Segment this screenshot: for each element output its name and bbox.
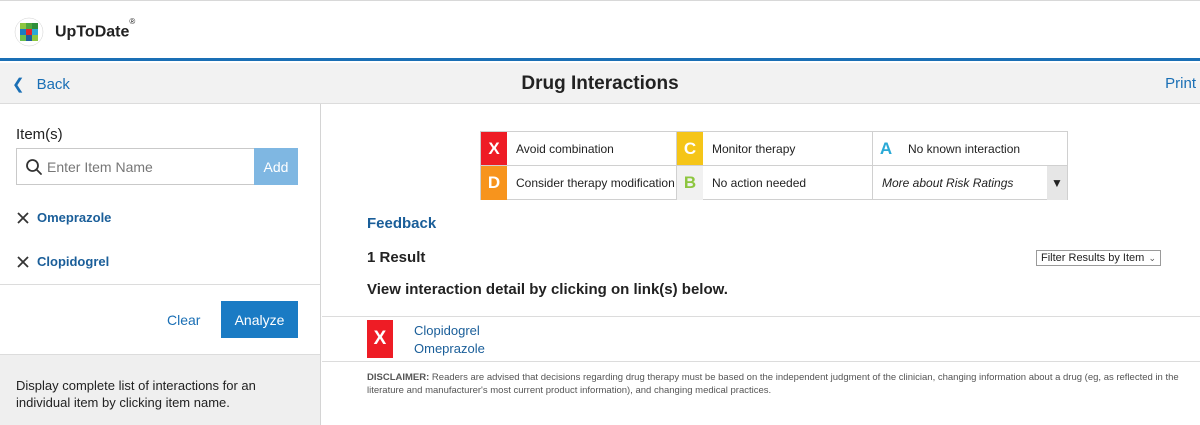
legend-item-a: A No known interaction	[873, 132, 1067, 166]
disclaimer: DISCLAIMER: Readers are advised that dec…	[367, 371, 1187, 397]
close-icon[interactable]	[16, 211, 30, 225]
legend-item-d: D Consider therapy modification	[481, 166, 676, 200]
legend-item-c: C Monitor therapy	[677, 132, 872, 166]
legend-label: Monitor therapy	[712, 142, 796, 156]
search-box	[16, 148, 254, 185]
drug-item-omeprazole[interactable]: Omeprazole	[16, 210, 111, 225]
legend-label: Consider therapy modification	[516, 176, 675, 190]
more-risk-ratings-label[interactable]: More about Risk Ratings	[882, 176, 1013, 190]
legend-label: No action needed	[712, 176, 807, 190]
drug-item-clopidogrel[interactable]: Clopidogrel	[16, 254, 109, 269]
brand-name: UpToDate®	[55, 17, 136, 41]
legend-item-b: B No action needed	[677, 166, 872, 200]
triangle-down-icon[interactable]: ▼	[1047, 166, 1067, 200]
legend-label: Avoid combination	[516, 142, 614, 156]
print-link[interactable]: Print	[1165, 75, 1196, 92]
title-bar: ❮ Back Drug Interactions Print	[0, 63, 1200, 104]
legend-item-x: X Avoid combination	[481, 132, 676, 166]
sidebar-info-text: Display complete list of interactions fo…	[0, 354, 320, 425]
sidebar-divider	[0, 284, 320, 285]
feedback-link[interactable]: Feedback	[367, 215, 436, 232]
result-rating-badge: X	[367, 320, 393, 358]
drug-item-name[interactable]: Omeprazole	[37, 210, 111, 225]
brand-bar: UpToDate®	[0, 5, 1200, 61]
items-label: Item(s)	[16, 126, 63, 143]
result-link-drug-2[interactable]: Omeprazole	[414, 341, 485, 356]
filter-results-select[interactable]: Filter Results by Item ⌄	[1036, 250, 1161, 266]
result-count: 1 Result	[367, 249, 426, 266]
legend-divider	[481, 165, 1067, 166]
add-button[interactable]: Add	[254, 148, 298, 185]
drug-item-name[interactable]: Clopidogrel	[37, 254, 109, 269]
legend-divider	[872, 132, 873, 200]
rating-badge-a: A	[879, 139, 893, 158]
legend-label: No known interaction	[908, 142, 1021, 156]
rating-badge-c: C	[677, 132, 703, 166]
sidebar: Item(s) Add Omeprazole Clopidogrel Clear…	[0, 104, 321, 425]
analyze-button[interactable]: Analyze	[221, 301, 298, 338]
clear-button[interactable]: Clear	[167, 312, 200, 328]
rating-badge-b: B	[677, 166, 703, 200]
result-divider	[322, 316, 1200, 317]
result-divider	[322, 361, 1200, 362]
disclaimer-text: Readers are advised that decisions regar…	[367, 372, 1179, 396]
risk-rating-legend: X Avoid combination C Monitor therapy A …	[480, 131, 1068, 200]
search-icon	[26, 159, 42, 175]
chevron-down-icon: ⌄	[1148, 253, 1156, 263]
result-link-drug-1[interactable]: Clopidogrel	[414, 323, 480, 338]
filter-results-label: Filter Results by Item	[1041, 252, 1145, 264]
more-risk-ratings-link[interactable]: More about Risk Ratings	[882, 166, 1047, 200]
uptodate-logo-icon	[14, 17, 44, 47]
rating-badge-x: X	[481, 132, 507, 166]
page-title: Drug Interactions	[521, 73, 679, 94]
close-icon[interactable]	[16, 255, 30, 269]
legend-divider	[676, 132, 677, 200]
search-input[interactable]	[47, 150, 252, 183]
rating-badge-d: D	[481, 166, 507, 200]
instruction-text: View interaction detail by clicking on l…	[367, 281, 728, 298]
disclaimer-label: DISCLAIMER:	[367, 372, 430, 383]
